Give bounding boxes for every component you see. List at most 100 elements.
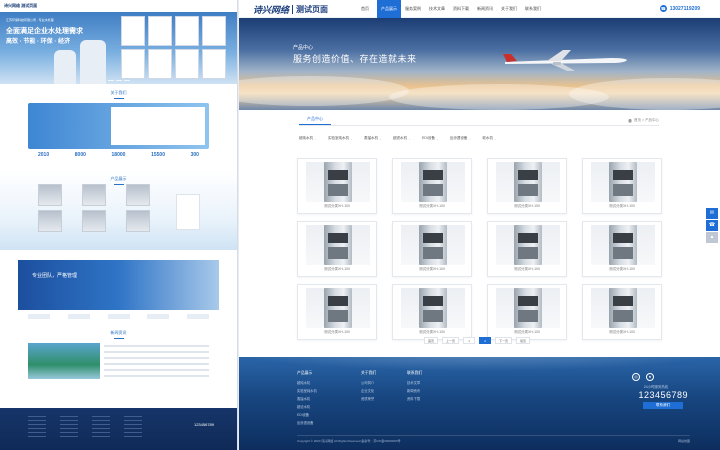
product-label: 测试分类XH-100	[609, 330, 635, 334]
footer-link[interactable]: 资质荣誉	[361, 396, 376, 401]
mobile-product-thumb[interactable]	[126, 184, 150, 206]
product-label: 测试分类XH-100	[514, 204, 540, 208]
product-card[interactable]: 测试分类XH-100	[297, 284, 377, 340]
wechat-icon[interactable]: ◎	[632, 373, 640, 381]
mobile-product-thumb[interactable]	[38, 184, 62, 206]
nav-item-articles[interactable]: 技术文章	[425, 0, 449, 18]
product-card[interactable]: 测试分类XH-100	[297, 158, 377, 214]
category-item[interactable]: 超滤水机 ›	[393, 136, 410, 141]
mobile-tab[interactable]	[28, 314, 50, 319]
nav-item-news[interactable]: 新闻资讯	[473, 0, 497, 18]
product-image	[306, 162, 370, 202]
product-image	[591, 162, 655, 202]
product-card[interactable]: 测试分类XH-100	[582, 158, 662, 214]
footer-link[interactable]: 超纯水机	[297, 380, 317, 385]
sitemap-link[interactable]: 网站地图	[678, 439, 690, 443]
footer-link[interactable]: 蒸馏水机	[297, 396, 317, 401]
nav-item-contact[interactable]: 联系我们	[521, 0, 545, 18]
nav-item-downloads[interactable]: 资料下载	[449, 0, 473, 18]
stat-value: 2010	[38, 152, 50, 158]
product-label: 测试分类XH-100	[324, 204, 350, 208]
qq-icon[interactable]: ●	[646, 373, 654, 381]
water-purifier-image	[514, 162, 542, 202]
certificate-image	[121, 16, 145, 46]
footer-column-contact: 联系我们 技术文章 新闻资讯 资料下载	[407, 371, 423, 401]
site-logo[interactable]: 诗兴网络 测试页面	[253, 3, 328, 16]
product-card[interactable]: 测试分类XH-100	[582, 284, 662, 340]
carousel-dots[interactable]	[107, 79, 130, 81]
footer-link[interactable]: 企业文化	[361, 388, 376, 393]
product-card[interactable]: 测试分类XH-100	[487, 284, 567, 340]
nav-item-cases[interactable]: 服务案例	[401, 0, 425, 18]
nav-item-about[interactable]: 关于我们	[497, 0, 521, 18]
water-purifier-image	[324, 162, 352, 202]
footer-link[interactable]: 新闻资讯	[407, 388, 422, 393]
category-item[interactable]: 超纯水机 ›	[299, 136, 316, 141]
water-purifier-image	[324, 225, 352, 265]
news-image[interactable]	[28, 343, 100, 379]
mobile-products-section: 产品展示	[0, 170, 237, 250]
mobile-tab[interactable]	[67, 314, 90, 319]
mobile-team-banner: 专业团队，严格管理	[18, 260, 219, 310]
footer-column-about: 关于我们 公司简介 企业文化 资质荣誉	[361, 371, 377, 401]
footer-link[interactable]: 技术文章	[407, 380, 422, 385]
product-label: 测试分类XH-100	[609, 267, 635, 271]
footer-link[interactable]: 反渗透设备	[297, 420, 317, 425]
page-first-button[interactable]: 首页	[424, 337, 439, 344]
mobile-product-thumb[interactable]	[82, 210, 106, 232]
product-label: 测试分类XH-100	[419, 267, 445, 271]
nav-item-products[interactable]: 产品展示	[377, 0, 401, 18]
mobile-product-thumb[interactable]	[82, 184, 106, 206]
product-card[interactable]: 测试分类XH-100	[487, 158, 567, 214]
product-label: 测试分类XH-100	[514, 330, 540, 334]
category-item[interactable]: 反渗透设备 ›	[450, 136, 471, 141]
product-image	[401, 162, 465, 202]
product-card[interactable]: 测试分类XH-100	[392, 284, 472, 340]
footer-link[interactable]: 超滤水机	[297, 404, 317, 409]
mobile-about-block	[28, 103, 209, 149]
footer-link[interactable]: EDI设备	[297, 412, 317, 417]
contact-us-button[interactable]: 联系我们	[643, 402, 683, 409]
floating-toolbar: ✉ ☎ ▲	[706, 208, 718, 243]
phone-side-icon[interactable]: ☎	[706, 220, 718, 231]
breadcrumb[interactable]: 首页 > 产品中心	[628, 118, 659, 125]
page-number-button[interactable]: 1	[463, 337, 476, 344]
mobile-product-thumb[interactable]	[38, 210, 62, 232]
page-number-button[interactable]: 2	[479, 337, 492, 344]
category-item[interactable]: EDI设备 ›	[422, 136, 438, 141]
hero-banner: 产品中心 服务创造价值、存在造就未来	[239, 18, 720, 110]
chat-icon[interactable]: ✉	[706, 208, 718, 219]
certificate-image	[148, 16, 172, 46]
page-next-button[interactable]: 下一页	[495, 337, 513, 344]
product-label: 测试分类XH-100	[419, 330, 445, 334]
product-card[interactable]: 测试分类XH-100	[297, 221, 377, 277]
mobile-tab[interactable]	[107, 314, 130, 319]
footer-link[interactable]: 实验室纯水机	[297, 388, 317, 393]
category-item[interactable]: 软水机 ›	[482, 136, 496, 141]
footer-link[interactable]: 资料下载	[407, 396, 422, 401]
mobile-product-side-card[interactable]	[176, 194, 200, 230]
mobile-tab[interactable]	[147, 314, 170, 319]
product-image	[496, 225, 560, 265]
back-to-top-icon[interactable]: ▲	[706, 232, 718, 243]
water-purifier-image	[419, 162, 447, 202]
water-purifier-image	[609, 288, 637, 328]
phone-icon: ☎	[659, 5, 667, 12]
page-last-button[interactable]: 尾页	[516, 337, 531, 344]
category-item[interactable]: 实验室纯水机 ›	[328, 136, 352, 141]
mobile-tab[interactable]	[187, 314, 209, 319]
stat-value: 300	[190, 152, 199, 158]
header-phone[interactable]: ☎ 13027119209	[659, 5, 700, 12]
category-item[interactable]: 蒸馏水机 ›	[364, 136, 381, 141]
footer-link[interactable]: 公司简介	[361, 380, 376, 385]
product-card[interactable]: 测试分类XH-100	[392, 158, 472, 214]
mobile-logo[interactable]: 诗兴网络 测试页面	[4, 3, 37, 9]
hero-title: 服务创造价值、存在造就未来	[293, 54, 417, 64]
product-card[interactable]: 测试分类XH-100	[392, 221, 472, 277]
mobile-product-thumb[interactable]	[126, 210, 150, 232]
section-title-tab[interactable]: 产品中心	[299, 116, 331, 125]
product-card[interactable]: 测试分类XH-100	[582, 221, 662, 277]
product-card[interactable]: 测试分类XH-100	[487, 221, 567, 277]
nav-item-home[interactable]: 首页	[353, 0, 377, 18]
page-prev-button[interactable]: 上一页	[442, 337, 460, 344]
